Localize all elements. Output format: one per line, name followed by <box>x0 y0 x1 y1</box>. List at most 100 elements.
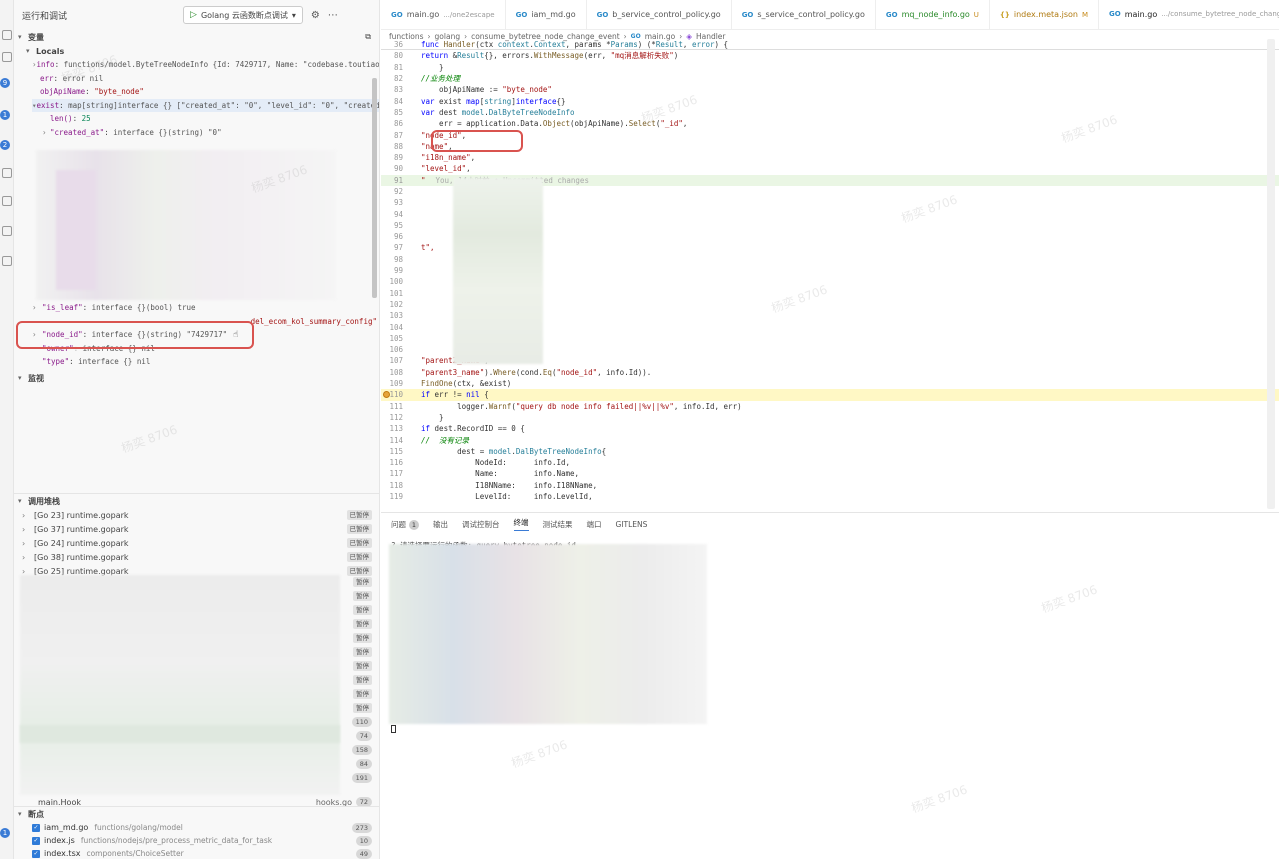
breakpoint-item[interactable]: ✓ index.js functions/nodejs/pre_process_… <box>14 834 379 847</box>
paused-frame: 暂停 <box>14 617 379 631</box>
timeline-icon[interactable] <box>2 226 12 236</box>
go-file-icon: GO <box>741 10 754 19</box>
var-name: "created_at" <box>50 127 105 137</box>
line-badge: 191 <box>351 773 372 783</box>
var-value: del_ecom_kol_summary_config" <box>250 316 377 326</box>
run-config-select[interactable]: ▷ Golang 云函数断点调试 ▾ <box>183 6 303 24</box>
tab-iam-md-go[interactable]: GO iam_md.go <box>506 0 587 29</box>
stack-frame[interactable]: 158 <box>14 743 379 757</box>
chevron-right-icon: › <box>32 303 37 313</box>
explorer-icon[interactable] <box>2 30 12 40</box>
breakpoint-item[interactable]: ✓ iam_md.go functions/golang/model 273 <box>14 821 379 834</box>
variables-scrollbar[interactable] <box>372 78 377 298</box>
stack-frame[interactable]: 191 <box>14 771 379 785</box>
tab-terminal[interactable]: 终端 <box>513 517 529 531</box>
var-row-type[interactable]: "type": interface {} nil <box>32 355 377 369</box>
run-debug-icon[interactable]: 1 <box>0 110 10 120</box>
chevron-down-icon: ▾ <box>18 810 22 818</box>
var-name: info <box>36 60 55 70</box>
tab-output[interactable]: 输出 <box>433 519 448 530</box>
status-badge: 暂停 <box>353 605 372 615</box>
breakpoint-item[interactable]: ✓ index.tsx components/ChoiceSetter 49 <box>14 847 379 859</box>
breakpoint-file: iam_md.go <box>44 823 89 832</box>
tab-desc: .../one2escape <box>443 10 495 19</box>
var-row-created-at[interactable]: › "created_at": interface {}(string) "0" <box>32 126 379 140</box>
watch-section-header[interactable]: ▾ 监视 <box>14 371 379 385</box>
tab-gitlens[interactable]: GITLENS <box>616 520 648 529</box>
chevron-down-icon[interactable]: ▾ <box>292 11 296 20</box>
json-file-icon: {} <box>999 10 1010 19</box>
extensions-icon[interactable]: 2 <box>0 140 10 150</box>
problems-count-badge: 1 <box>409 519 419 530</box>
tab-ports[interactable]: 端口 <box>587 519 602 530</box>
var-name: "type" <box>42 357 70 367</box>
var-row-info[interactable]: › info: functions/model.ByteTreeNodeInfo… <box>32 58 379 72</box>
sidebar-title: 运行和调试 <box>22 11 68 22</box>
tab-b-service-control-policy[interactable]: GO b_service_control_policy.go <box>587 0 732 29</box>
chevron-down-icon: ▾ <box>26 47 30 55</box>
var-row-len[interactable]: len(): 25 <box>32 112 379 126</box>
stack-frame[interactable]: 84 <box>14 757 379 771</box>
checkbox-checked-icon[interactable]: ✓ <box>32 836 40 845</box>
tab-debug-console[interactable]: 调试控制台 <box>462 519 500 530</box>
var-row-err[interactable]: err: error nil <box>32 72 379 86</box>
more-icon[interactable]: ⋯ <box>328 10 338 21</box>
source-control-icon[interactable]: 9 <box>0 78 10 88</box>
highlight-box-node-id-code <box>431 130 523 152</box>
tab-label: b_service_control_policy.go <box>612 10 721 19</box>
breakpoint-file: index.tsx <box>44 849 81 858</box>
checkbox-checked-icon[interactable]: ✓ <box>32 823 40 832</box>
status-badge: 暂停 <box>353 647 372 657</box>
var-name: exist <box>36 100 60 110</box>
go-file-icon: GO <box>1109 10 1121 18</box>
tab-s-service-control-policy[interactable]: GO s_service_control_policy.go <box>732 0 876 29</box>
watch-title: 监视 <box>28 373 44 383</box>
paused-frame: 暂停 <box>14 575 379 589</box>
status-badge: 暂停 <box>353 633 372 643</box>
var-value: functions/model.ByteTreeNodeInfo {Id: 74… <box>63 60 379 70</box>
docker-icon[interactable] <box>2 256 12 266</box>
editor-area: GO main.go .../one2escape GO iam_md.go GO b_… <box>381 0 1279 512</box>
variables-section-header[interactable]: ▾ 变量 ⧉ <box>14 30 379 44</box>
var-row-is-leaf[interactable]: › "is_leaf": interface {}(bool) true <box>32 301 377 315</box>
chevron-right-icon: › <box>42 127 47 137</box>
stack-frame[interactable]: 74 <box>14 729 379 743</box>
var-row-objapiname[interactable]: objApiName: "byte_node" <box>32 85 379 99</box>
chevron-right-icon: › <box>22 524 26 534</box>
status-badge: 暂停 <box>353 591 372 601</box>
stack-frame[interactable]: 110 <box>14 715 379 729</box>
collapse-all-icon[interactable]: ⧉ <box>365 32 371 42</box>
tab-main-go-active[interactable]: GOmain.go.../consume_bytetree_node_chang… <box>1099 0 1279 29</box>
var-value: interface {}(bool) true <box>91 303 196 313</box>
callstack-thread[interactable]: › [Go 37] runtime.gopark 已暂停 <box>22 522 379 536</box>
tab-problems[interactable]: 问题 1 <box>391 519 419 530</box>
tab-index-meta-json[interactable]: {} index.meta.json M <box>990 0 1100 29</box>
paused-frame: 暂停 <box>14 673 379 687</box>
play-icon[interactable]: ▷ <box>190 10 197 20</box>
tab-main-go-one2escape[interactable]: GO main.go .../one2escape <box>381 0 506 29</box>
callstack-section-header[interactable]: ▾ 调用堆栈 <box>14 494 379 508</box>
gear-icon[interactable]: ⚙ <box>311 10 320 21</box>
breakpoint-file: index.js <box>44 836 75 845</box>
checkbox-checked-icon[interactable]: ✓ <box>32 849 40 858</box>
callstack-thread[interactable]: › [Go 24] runtime.gopark 已暂停 <box>22 536 379 550</box>
editor-scrollbar[interactable] <box>1267 39 1275 509</box>
status-badge: 已暂停 <box>346 552 372 562</box>
var-row-exist[interactable]: ▾ exist: map[string]interface {} ["creat… <box>32 98 379 112</box>
testing-icon[interactable] <box>2 168 12 178</box>
remote-icon[interactable] <box>2 196 12 206</box>
var-value: interface {} nil <box>78 357 151 367</box>
breakpoints-section-header[interactable]: ▾ 断点 <box>14 807 379 821</box>
status-badge: 暂停 <box>353 689 372 699</box>
paused-frame: 暂停 <box>14 631 379 645</box>
search-icon[interactable] <box>2 52 12 62</box>
callstack-thread[interactable]: › [Go 23] runtime.gopark 已暂停 <box>22 508 379 522</box>
locals-scope[interactable]: ▾ Locals <box>14 44 379 58</box>
tab-mq-node-info[interactable]: GO mq_node_info.go U <box>876 0 990 29</box>
go-file-icon: GO <box>596 10 609 19</box>
var-value: "byte_node" <box>94 87 144 97</box>
breakpoints-section: ▾ 断点 ✓ iam_md.go functions/golang/model … <box>14 806 379 859</box>
accounts-icon[interactable]: 1 <box>0 828 10 838</box>
tab-test-results[interactable]: 测试结果 <box>543 519 573 530</box>
callstack-thread[interactable]: › [Go 38] runtime.gopark 已暂停 <box>22 550 379 564</box>
